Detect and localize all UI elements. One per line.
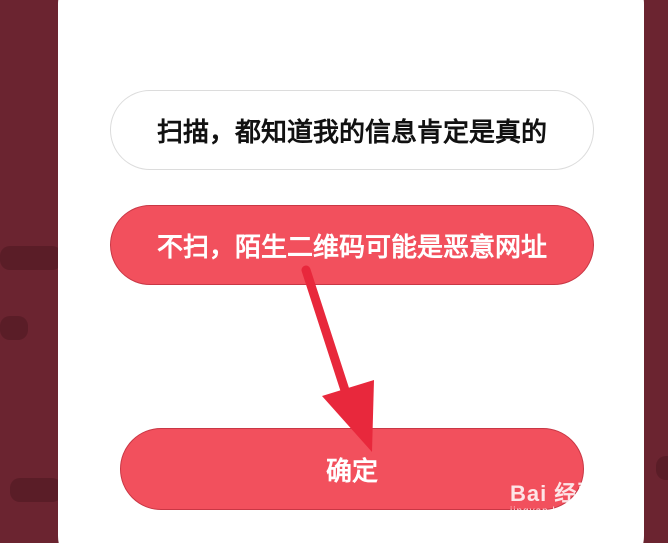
background-row (0, 246, 62, 270)
option-no-scan-label: 不扫，陌生二维码可能是恶意网址 (156, 232, 547, 263)
background-row (10, 478, 62, 502)
confirm-label: 确定 (325, 456, 378, 487)
watermark-url: jingyan.baidu.com (510, 506, 608, 517)
option-no-scan-button[interactable]: 不扫，陌生二维码可能是恶意网址 (110, 205, 594, 285)
option-scan-button[interactable]: 扫描，都知道我的信息肯定是真的 (110, 90, 594, 170)
option-scan-label: 扫描，都知道我的信息肯定是真的 (156, 117, 547, 148)
background-row (0, 316, 28, 340)
watermark: Bai 经验 jingyan.baidu.com (510, 476, 660, 526)
watermark-logo: Bai 经验 (510, 481, 601, 506)
